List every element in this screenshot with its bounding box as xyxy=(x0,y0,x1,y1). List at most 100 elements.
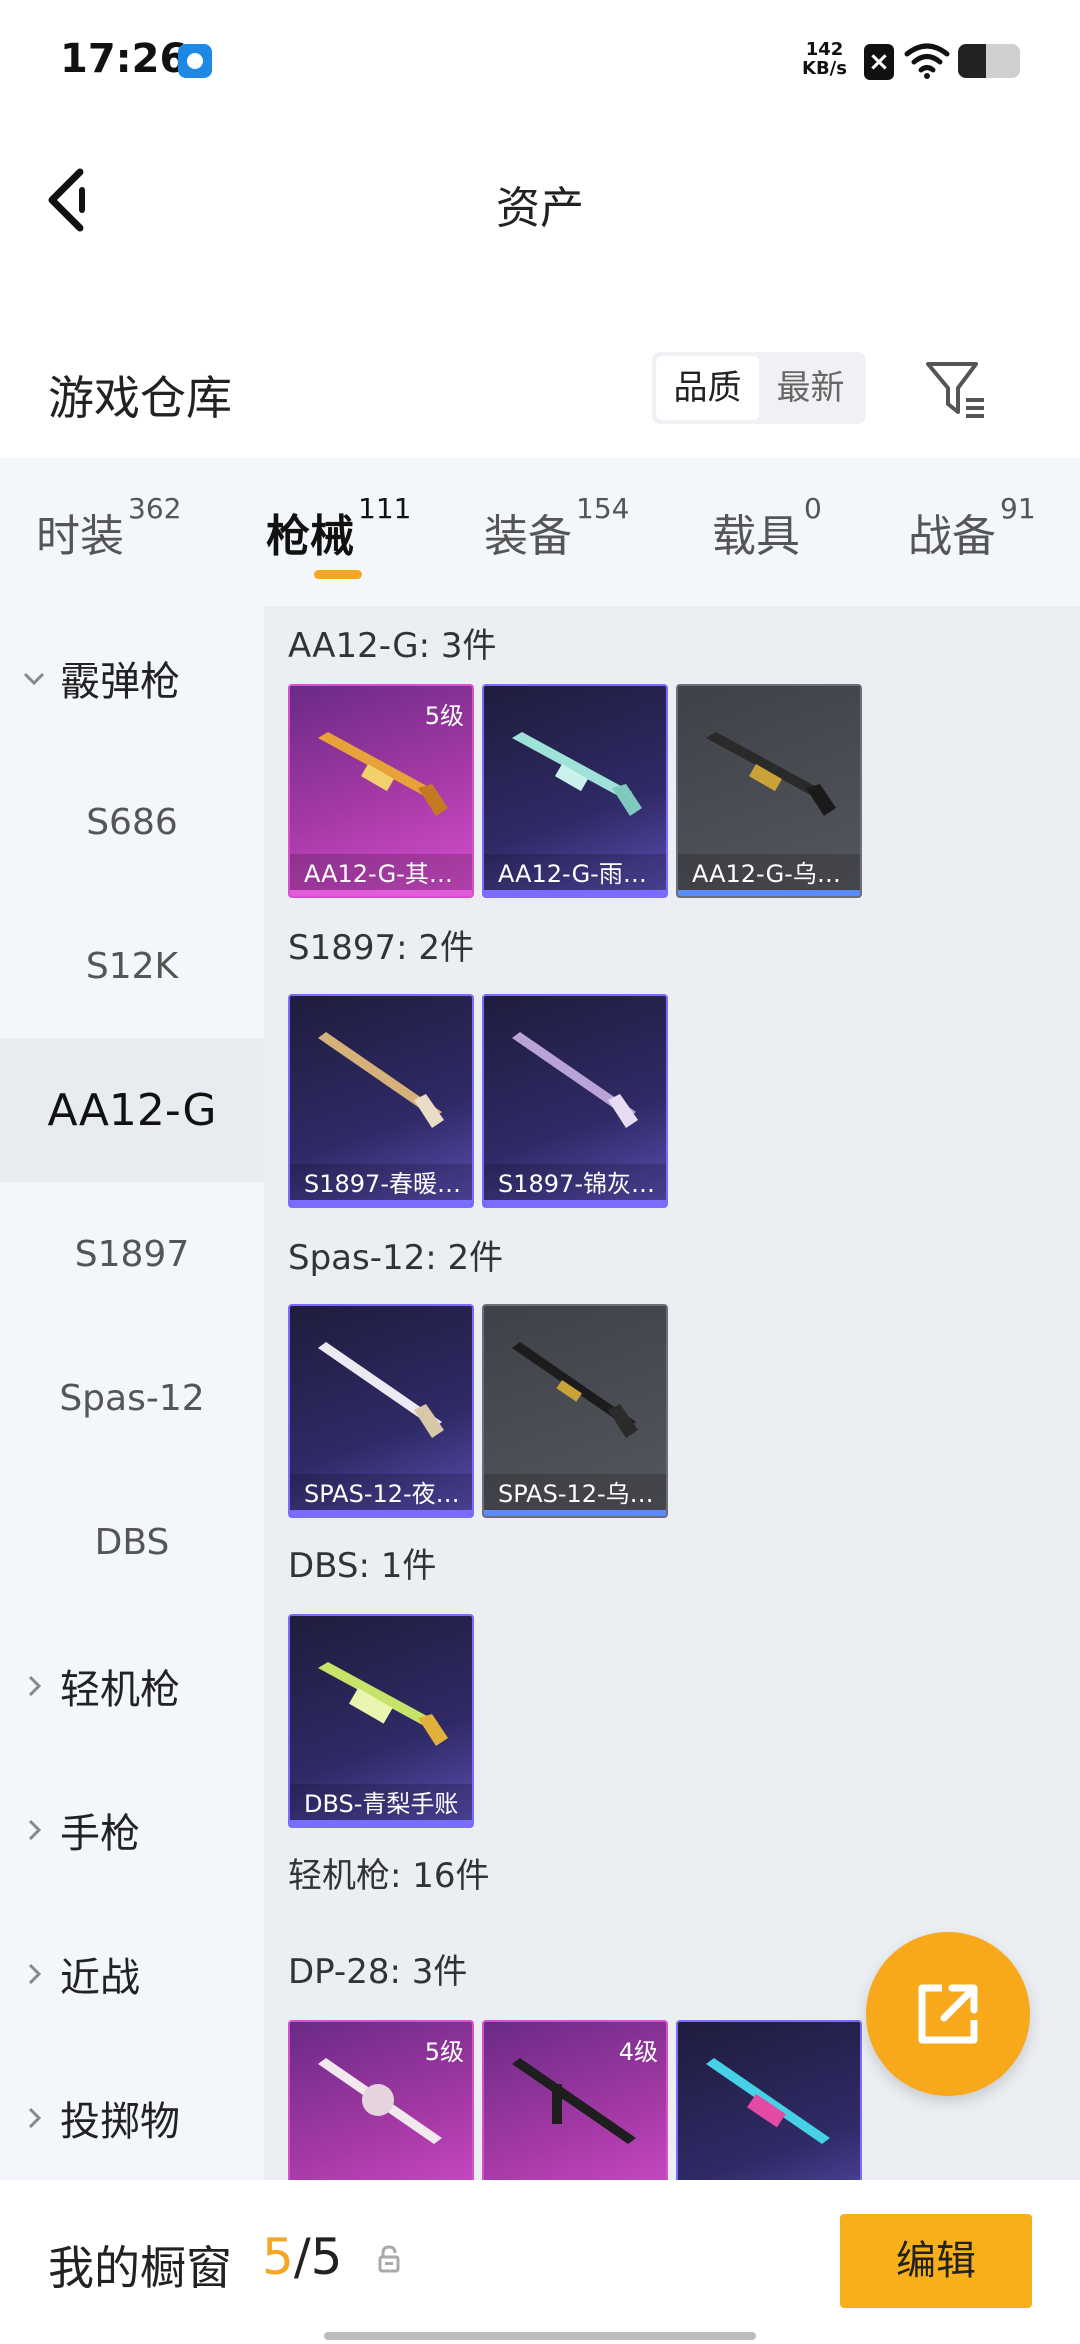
network-speed-value: 142 xyxy=(805,39,844,60)
sidebar-item-label: 轻机枪 xyxy=(60,1667,180,1713)
group-title: 轻机枪: 16件 xyxy=(288,1856,490,1896)
sidebar-item-pistol[interactable]: 手枪 xyxy=(0,1758,264,1902)
shotgun-image-icon xyxy=(318,1032,444,1128)
chevron-right-icon xyxy=(28,2107,42,2129)
network-speed-unit: KB/s xyxy=(802,58,847,79)
sidebar-item-spas12[interactable]: Spas-12 xyxy=(0,1326,264,1470)
weapon-card[interactable]: 5级 xyxy=(288,2020,474,2180)
chevron-right-icon xyxy=(28,1675,42,1697)
tab-vehicles[interactable]: 载具0 xyxy=(712,492,822,564)
status-bar: 17:26 142 KB/s × xyxy=(0,0,1080,120)
weapon-card[interactable]: AA12-G-乌… xyxy=(676,684,862,898)
chevron-right-icon xyxy=(28,1819,42,1841)
page-title: 资产 xyxy=(496,183,584,234)
window-count-total: /5 xyxy=(293,2228,343,2286)
card-level: 5级 xyxy=(424,2038,464,2066)
card-name: AA12-G-其… xyxy=(290,854,472,896)
shotgun-image-icon xyxy=(512,1342,638,1438)
tab-count: 91 xyxy=(1000,492,1036,525)
sidebar-item-label: 霰弹枪 xyxy=(60,659,180,705)
group-title: DBS: 1件 xyxy=(288,1546,437,1586)
group-title: DP-28: 3件 xyxy=(288,1952,468,1992)
shotgun-image-icon xyxy=(318,1662,448,1746)
status-time: 17:26 xyxy=(60,36,188,82)
tab-label: 战备 xyxy=(908,511,996,562)
weapon-card[interactable] xyxy=(676,2020,862,2180)
chevron-right-icon xyxy=(28,1963,42,1985)
edit-button[interactable]: 编辑 xyxy=(840,2214,1032,2308)
shotgun-image-icon xyxy=(512,1032,638,1128)
card-name: S1897-春暖… xyxy=(290,1164,472,1206)
sidebar-item-label: 投掷物 xyxy=(60,2099,180,2145)
category-tabs: 时装362 枪械111 装备154 载具0 战备91 xyxy=(0,458,1080,606)
card-name: SPAS-12-乌… xyxy=(484,1474,666,1516)
share-external-icon xyxy=(918,1984,978,2044)
card-level: 5级 xyxy=(424,702,464,730)
window-count: 5/5 xyxy=(262,2228,342,2286)
group-title: AA12-G: 3件 xyxy=(288,626,497,666)
sidebar-item-lmg[interactable]: 轻机枪 xyxy=(0,1614,264,1758)
network-speed: 142 KB/s xyxy=(802,40,847,78)
card-name: AA12-G-乌… xyxy=(678,854,860,896)
tab-count: 111 xyxy=(358,492,412,525)
sort-by-quality[interactable]: 品质 xyxy=(656,356,759,420)
sidebar-item-label: 近战 xyxy=(60,1955,140,2001)
app-notification-icon xyxy=(178,44,212,78)
filter-icon[interactable] xyxy=(920,354,990,424)
weapon-sidebar: 霰弹枪 S686 S12K AA12-G S1897 Spas-12 DBS 轻… xyxy=(0,606,264,2180)
card-name: SPAS-12-夜… xyxy=(290,1474,472,1516)
battery-icon xyxy=(958,44,1020,78)
sidebar-item-melee[interactable]: 近战 xyxy=(0,1902,264,2046)
sort-by-newest[interactable]: 最新 xyxy=(759,356,862,420)
weapon-card[interactable]: AA12-G-雨… xyxy=(482,684,668,898)
tab-fashion[interactable]: 时装362 xyxy=(36,492,181,564)
warehouse-title: 游戏仓库 xyxy=(48,371,232,425)
tab-count: 0 xyxy=(804,492,822,525)
sidebar-item-shotgun[interactable]: 霰弹枪 xyxy=(0,606,264,750)
tab-label: 枪械 xyxy=(266,511,354,562)
close-notification-icon: × xyxy=(864,44,894,80)
active-tab-indicator xyxy=(314,570,362,579)
card-name: AA12-G-雨… xyxy=(484,854,666,896)
card-name: S1897-锦灰… xyxy=(484,1164,666,1206)
home-indicator[interactable] xyxy=(324,2332,756,2340)
shotgun-image-icon xyxy=(706,732,836,816)
tab-count: 362 xyxy=(128,492,182,525)
tab-label: 载具 xyxy=(712,511,800,562)
weapon-card[interactable]: 5级 AA12-G-其… xyxy=(288,684,474,898)
sidebar-item-dbs[interactable]: DBS xyxy=(0,1470,264,1614)
tab-equipment[interactable]: 装备154 xyxy=(484,492,629,564)
sidebar-item-s686[interactable]: S686 xyxy=(0,750,264,894)
weapon-card[interactable]: S1897-春暖… xyxy=(288,994,474,1208)
tab-count: 154 xyxy=(576,492,630,525)
card-level: 4级 xyxy=(618,2038,658,2066)
share-fab[interactable] xyxy=(866,1932,1030,2096)
sidebar-item-label: 手枪 xyxy=(60,1811,140,1857)
machine-gun-image-icon xyxy=(706,2058,830,2144)
card-name: DBS-青梨手账 xyxy=(290,1784,472,1826)
sort-toggle: 品质 最新 xyxy=(652,352,866,424)
window-count-used: 5 xyxy=(262,2228,294,2286)
weapon-card[interactable]: SPAS-12-乌… xyxy=(482,1304,668,1518)
sidebar-item-throwable[interactable]: 投掷物 xyxy=(0,2046,264,2180)
my-window-label: 我的橱窗 xyxy=(48,2241,232,2295)
tab-supplies[interactable]: 战备91 xyxy=(908,492,1036,564)
tab-label: 时装 xyxy=(36,511,124,562)
sidebar-item-s1897[interactable]: S1897 xyxy=(0,1182,264,1326)
chevron-down-icon xyxy=(23,672,45,686)
tab-label: 装备 xyxy=(484,511,572,562)
tab-firearms[interactable]: 枪械111 xyxy=(266,492,411,564)
group-title: Spas-12: 2件 xyxy=(288,1238,504,1278)
header: 资产 xyxy=(0,120,1080,280)
weapon-card[interactable]: S1897-锦灰… xyxy=(482,994,668,1208)
weapon-card[interactable]: 4级 xyxy=(482,2020,668,2180)
weapon-card[interactable]: DBS-青梨手账 xyxy=(288,1614,474,1828)
shotgun-image-icon xyxy=(318,1342,444,1438)
battery-level xyxy=(958,44,986,78)
group-title: S1897: 2件 xyxy=(288,928,475,968)
sidebar-item-aa12g[interactable]: AA12-G xyxy=(0,1038,264,1182)
lock-icon xyxy=(378,2245,400,2273)
weapon-card[interactable]: SPAS-12-夜… xyxy=(288,1304,474,1518)
wifi-icon xyxy=(904,43,950,79)
sidebar-item-s12k[interactable]: S12K xyxy=(0,894,264,1038)
